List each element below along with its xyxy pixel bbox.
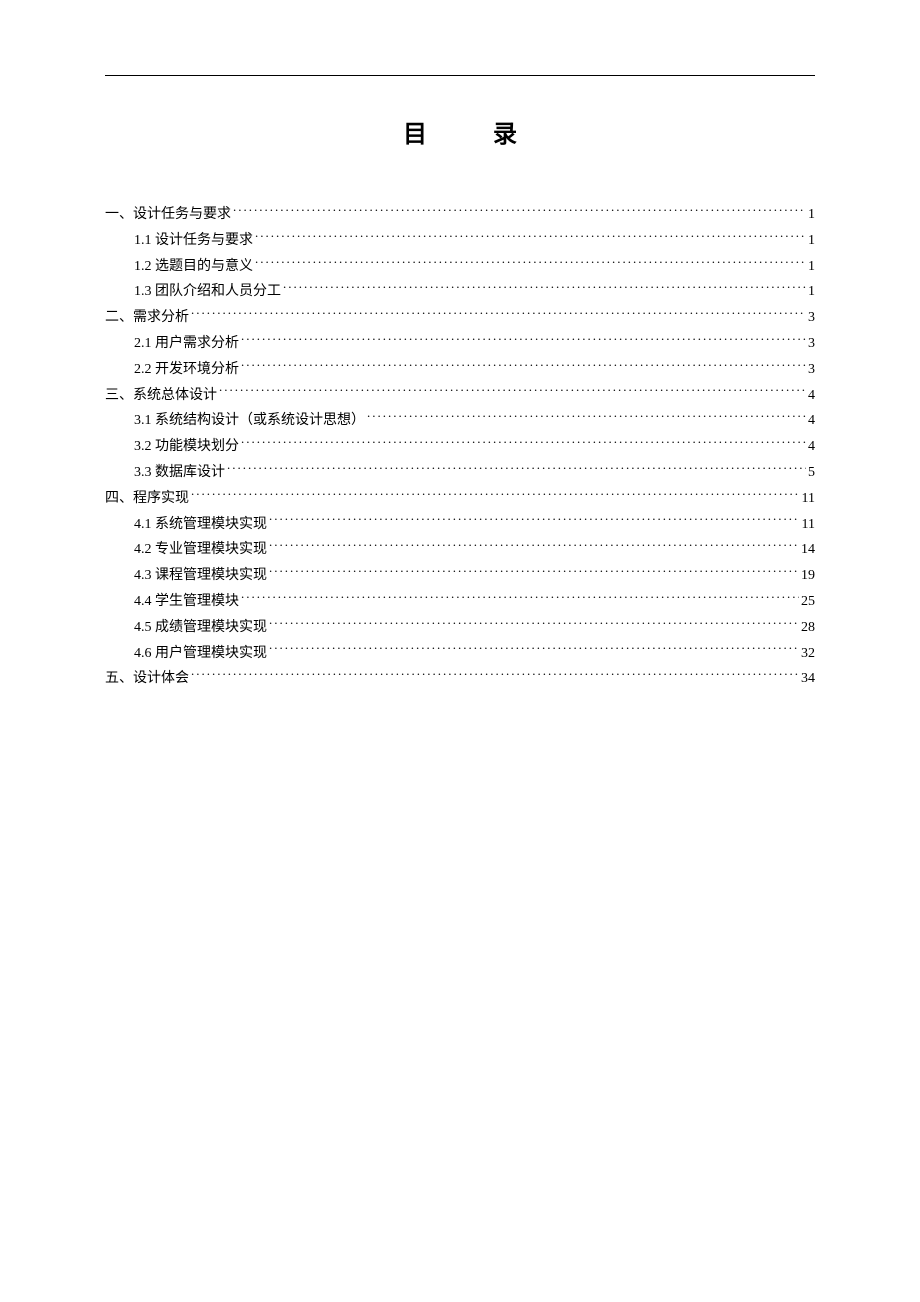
toc-leader-dots (269, 617, 799, 631)
toc-entry[interactable]: 1.2 选题目的与意义 1 (105, 255, 815, 279)
toc-entry[interactable]: 2.1 用户需求分析 3 (105, 332, 815, 356)
toc-entry-page: 3 (808, 306, 815, 330)
toc-leader-dots (283, 281, 806, 295)
table-of-contents: 一、设计任务与要求11.1 设计任务与要求11.2 选题目的与意义11.3 团队… (105, 203, 815, 691)
toc-entry-page: 32 (801, 642, 815, 666)
toc-entry-page: 28 (801, 616, 815, 640)
toc-entry-label: 1.3 团队介绍和人员分工 (134, 280, 281, 304)
toc-entry[interactable]: 3.3 数据库设计 5 (105, 461, 815, 485)
toc-entry-label: 五、设计体会 (105, 667, 189, 691)
toc-entry[interactable]: 3.1 系统结构设计（或系统设计思想） 4 (105, 409, 815, 433)
toc-entry[interactable]: 四、程序实现 11 (105, 487, 815, 511)
toc-leader-dots (191, 488, 800, 502)
toc-leader-dots (191, 307, 806, 321)
toc-entry-label: 4.4 学生管理模块 (134, 590, 239, 614)
toc-entry[interactable]: 4.5 成绩管理模块实现 28 (105, 616, 815, 640)
toc-entry-page: 11 (802, 513, 815, 537)
toc-entry-page: 3 (808, 332, 815, 356)
toc-leader-dots (233, 204, 806, 218)
toc-entry-label: 4.5 成绩管理模块实现 (134, 616, 267, 640)
toc-entry-label: 3.1 系统结构设计（或系统设计思想） (134, 409, 365, 433)
toc-entry-page: 1 (808, 229, 815, 253)
toc-entry[interactable]: 4.4 学生管理模块 25 (105, 590, 815, 614)
toc-leader-dots (227, 462, 806, 476)
toc-title: 目 录 (105, 114, 815, 149)
toc-entry-page: 4 (808, 435, 815, 459)
toc-leader-dots (255, 256, 806, 270)
toc-entry-label: 4.1 系统管理模块实现 (134, 513, 267, 537)
toc-entry-label: 1.2 选题目的与意义 (134, 255, 253, 279)
toc-entry[interactable]: 4.2 专业管理模块实现 14 (105, 538, 815, 562)
toc-leader-dots (191, 668, 799, 682)
toc-leader-dots (219, 385, 806, 399)
toc-entry-page: 19 (801, 564, 815, 588)
toc-entry-label: 1.1 设计任务与要求 (134, 229, 253, 253)
toc-entry-label: 4.6 用户管理模块实现 (134, 642, 267, 666)
toc-leader-dots (269, 565, 799, 579)
toc-entry-page: 4 (808, 409, 815, 433)
toc-leader-dots (269, 643, 799, 657)
toc-entry-label: 3.3 数据库设计 (134, 461, 225, 485)
toc-entry-label: 四、程序实现 (105, 487, 189, 511)
toc-entry-page: 25 (801, 590, 815, 614)
toc-entry-page: 11 (802, 487, 815, 511)
toc-entry[interactable]: 一、设计任务与要求 1 (105, 203, 815, 227)
toc-entry[interactable]: 三、系统总体设计 4 (105, 384, 815, 408)
toc-entry[interactable]: 4.6 用户管理模块实现 32 (105, 642, 815, 666)
toc-leader-dots (241, 591, 799, 605)
toc-entry[interactable]: 二、需求分析 3 (105, 306, 815, 330)
toc-entry-page: 1 (808, 255, 815, 279)
toc-entry-page: 34 (801, 667, 815, 691)
toc-entry[interactable]: 4.3 课程管理模块实现 19 (105, 564, 815, 588)
toc-entry-label: 4.3 课程管理模块实现 (134, 564, 267, 588)
toc-leader-dots (241, 333, 806, 347)
toc-entry-page: 1 (808, 203, 815, 227)
toc-entry-page: 4 (808, 384, 815, 408)
toc-entry[interactable]: 1.1 设计任务与要求 1 (105, 229, 815, 253)
toc-entry-page: 3 (808, 358, 815, 382)
toc-entry-label: 一、设计任务与要求 (105, 203, 231, 227)
toc-leader-dots (241, 436, 806, 450)
toc-leader-dots (367, 410, 806, 424)
toc-entry[interactable]: 3.2 功能模块划分 4 (105, 435, 815, 459)
toc-entry[interactable]: 2.2 开发环境分析 3 (105, 358, 815, 382)
toc-entry-label: 2.1 用户需求分析 (134, 332, 239, 356)
toc-entry-label: 3.2 功能模块划分 (134, 435, 239, 459)
toc-entry-label: 三、系统总体设计 (105, 384, 217, 408)
toc-entry-label: 4.2 专业管理模块实现 (134, 538, 267, 562)
toc-entry-label: 二、需求分析 (105, 306, 189, 330)
toc-leader-dots (241, 359, 806, 373)
toc-entry-page: 14 (801, 538, 815, 562)
toc-entry[interactable]: 4.1 系统管理模块实现 11 (105, 513, 815, 537)
toc-entry-page: 1 (808, 280, 815, 304)
toc-entry-page: 5 (808, 461, 815, 485)
toc-leader-dots (269, 514, 800, 528)
toc-entry-label: 2.2 开发环境分析 (134, 358, 239, 382)
toc-entry[interactable]: 1.3 团队介绍和人员分工 1 (105, 280, 815, 304)
toc-leader-dots (255, 230, 806, 244)
toc-entry[interactable]: 五、设计体会 34 (105, 667, 815, 691)
header-rule (105, 75, 815, 76)
document-page: 目 录 一、设计任务与要求11.1 设计任务与要求11.2 选题目的与意义11.… (0, 0, 920, 691)
toc-leader-dots (269, 539, 799, 553)
